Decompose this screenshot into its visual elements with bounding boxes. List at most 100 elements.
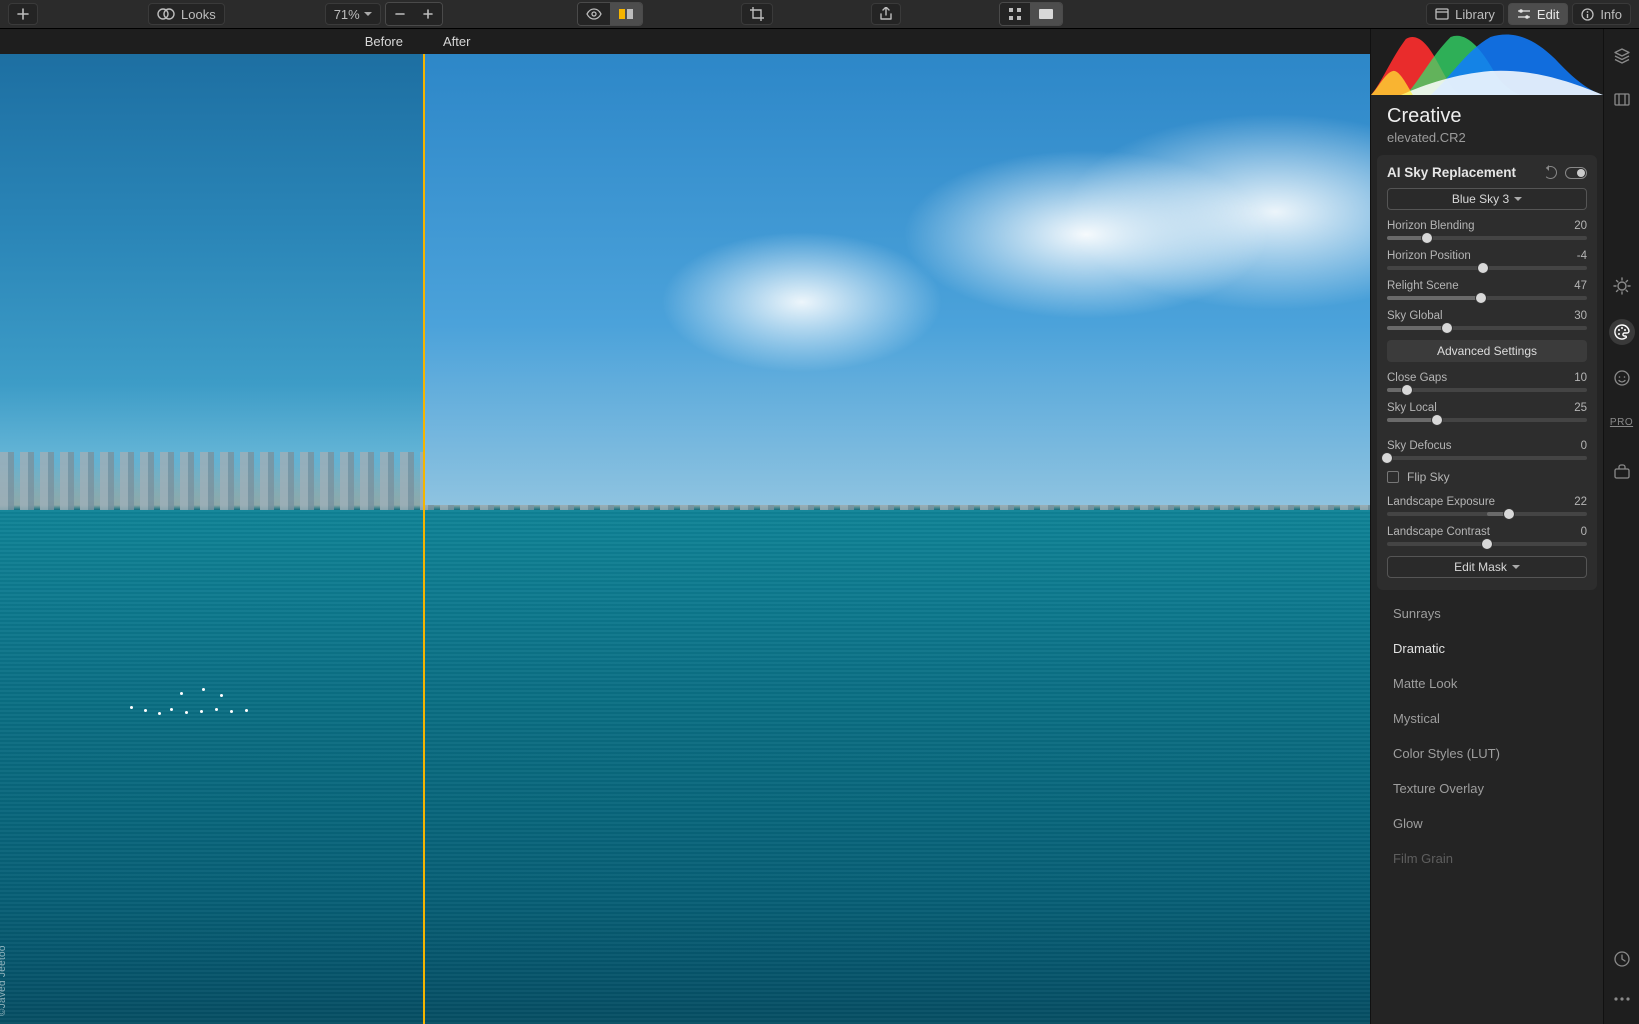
- slider-value: 20: [1574, 220, 1587, 232]
- image-canvas[interactable]: ©Javed Jeetoo: [0, 54, 1370, 1024]
- portrait-category-icon[interactable]: [1611, 367, 1633, 389]
- canvas-area: Before After ©Javed Jeetoo: [0, 29, 1370, 1024]
- edit-tab[interactable]: Edit: [1508, 3, 1568, 25]
- tool-dramatic[interactable]: Dramatic: [1377, 631, 1597, 666]
- tool-toggle[interactable]: [1565, 167, 1587, 179]
- slider-relight-scene[interactable]: Relight Scene 47: [1387, 280, 1587, 300]
- compare-view-button[interactable]: [610, 3, 642, 25]
- zoom-out-button[interactable]: [386, 3, 414, 25]
- slider-value: 47: [1574, 280, 1587, 292]
- zoom-in-button[interactable]: [414, 3, 442, 25]
- slider-label: Close Gaps: [1387, 372, 1447, 384]
- info-label: Info: [1600, 7, 1622, 22]
- watermark-text: ©Javed Jeetoo: [0, 945, 8, 1016]
- tool-film-grain[interactable]: Film Grain: [1377, 841, 1597, 876]
- looks-button[interactable]: Looks: [148, 3, 225, 25]
- edit-mask-label: Edit Mask: [1454, 560, 1507, 574]
- slider-label: Sky Local: [1387, 402, 1437, 414]
- info-tab[interactable]: Info: [1572, 3, 1631, 25]
- zoom-value: 71%: [334, 7, 360, 22]
- single-icon: [1038, 8, 1054, 20]
- edit-label: Edit: [1537, 7, 1559, 22]
- slider-label: Horizon Blending: [1387, 220, 1475, 232]
- looks-label: Looks: [181, 7, 216, 22]
- slider-landscape-contrast[interactable]: Landscape Contrast 0: [1387, 526, 1587, 546]
- slider-sky-defocus[interactable]: Sky Defocus 0: [1387, 440, 1587, 460]
- compare-labels: Before After: [0, 29, 1370, 54]
- toolbox-icon[interactable]: [1611, 461, 1633, 483]
- slider-value: 10: [1574, 372, 1587, 384]
- looks-icon: [157, 7, 175, 21]
- top-toolbar: Looks 71%: [0, 0, 1639, 29]
- tool-mystical[interactable]: Mystical: [1377, 701, 1597, 736]
- slider-value: 25: [1574, 402, 1587, 414]
- sky-preset-value: Blue Sky 3: [1452, 192, 1509, 206]
- panel-category-title: Creative: [1371, 95, 1603, 130]
- add-button[interactable]: [8, 3, 38, 25]
- sky-preset-dropdown[interactable]: Blue Sky 3: [1387, 188, 1587, 210]
- slider-horizon-position[interactable]: Horizon Position -4: [1387, 250, 1587, 270]
- tool-sunrays[interactable]: Sunrays: [1377, 596, 1597, 631]
- slider-landscape-exposure[interactable]: Landscape Exposure22: [1387, 496, 1587, 516]
- slider-close-gaps[interactable]: Close Gaps 10: [1387, 372, 1587, 392]
- slider-sky-local[interactable]: Sky Local 25: [1387, 402, 1587, 422]
- slider-label: Landscape Exposure: [1387, 496, 1495, 508]
- zoom-dropdown[interactable]: 71%: [325, 3, 381, 25]
- slider-label: Sky Global: [1387, 310, 1443, 322]
- zoom-stepper: [385, 2, 443, 26]
- library-tab[interactable]: Library: [1426, 3, 1504, 25]
- tool-ai-sky-replacement: AI Sky Replacement Blue Sky 3 Horizon Bl…: [1377, 155, 1597, 590]
- flip-sky-checkbox[interactable]: Flip Sky: [1387, 470, 1587, 484]
- water-texture: [0, 510, 1370, 1024]
- compare-icon: [618, 8, 634, 20]
- single-view-button[interactable]: [1030, 3, 1062, 25]
- tool-matte-look[interactable]: Matte Look: [1377, 666, 1597, 701]
- grid-view-button[interactable]: [1000, 3, 1030, 25]
- edit-mask-dropdown[interactable]: Edit Mask: [1387, 556, 1587, 578]
- slider-value: 30: [1574, 310, 1587, 322]
- checkbox-icon: [1387, 471, 1399, 483]
- slider-value: -4: [1577, 250, 1587, 262]
- reset-icon[interactable]: [1544, 166, 1557, 179]
- preview-toggle-button[interactable]: [578, 3, 610, 25]
- eye-icon: [586, 8, 602, 20]
- flip-sky-label: Flip Sky: [1407, 470, 1450, 484]
- layers-icon[interactable]: [1611, 45, 1633, 67]
- slider-label: Horizon Position: [1387, 250, 1471, 262]
- info-icon: [1581, 8, 1594, 21]
- pro-label: PRO: [1610, 417, 1633, 428]
- slider-sky-global[interactable]: Sky Global 30: [1387, 310, 1587, 330]
- slider-label: Landscape Contrast: [1387, 526, 1490, 538]
- share-button[interactable]: [871, 3, 901, 25]
- photo-render: [0, 54, 1370, 1024]
- creative-category-icon[interactable]: [1609, 319, 1635, 345]
- tool-title: AI Sky Replacement: [1387, 165, 1516, 180]
- pro-category-icon[interactable]: PRO: [1611, 411, 1633, 433]
- grid-icon: [1008, 7, 1022, 21]
- crop-icon: [750, 7, 764, 21]
- slider-label: Sky Defocus: [1387, 440, 1452, 452]
- more-icon[interactable]: [1611, 988, 1633, 1010]
- slider-label: Relight Scene: [1387, 280, 1459, 292]
- panel-filename: elevated.CR2: [1371, 130, 1603, 155]
- history-icon[interactable]: [1611, 948, 1633, 970]
- essentials-category-icon[interactable]: [1611, 275, 1633, 297]
- tool-texture-overlay[interactable]: Texture Overlay: [1377, 771, 1597, 806]
- share-icon: [880, 7, 892, 21]
- histogram[interactable]: [1371, 29, 1603, 95]
- category-rail: PRO: [1603, 29, 1639, 1024]
- after-label: After: [443, 34, 470, 49]
- sliders-icon: [1517, 8, 1531, 20]
- advanced-settings-label: Advanced Settings: [1437, 344, 1537, 358]
- before-label: Before: [365, 34, 403, 49]
- library-label: Library: [1455, 7, 1495, 22]
- advanced-settings-button[interactable]: Advanced Settings: [1387, 340, 1587, 362]
- canvas-icon[interactable]: [1611, 89, 1633, 111]
- slider-value: 0: [1581, 526, 1587, 538]
- slider-horizon-blending[interactable]: Horizon Blending 20: [1387, 220, 1587, 240]
- compare-split-handle[interactable]: [423, 54, 425, 1024]
- tool-color-styles-lut[interactable]: Color Styles (LUT): [1377, 736, 1597, 771]
- slider-value: 0: [1581, 440, 1587, 452]
- tool-glow[interactable]: Glow: [1377, 806, 1597, 841]
- crop-button[interactable]: [741, 3, 773, 25]
